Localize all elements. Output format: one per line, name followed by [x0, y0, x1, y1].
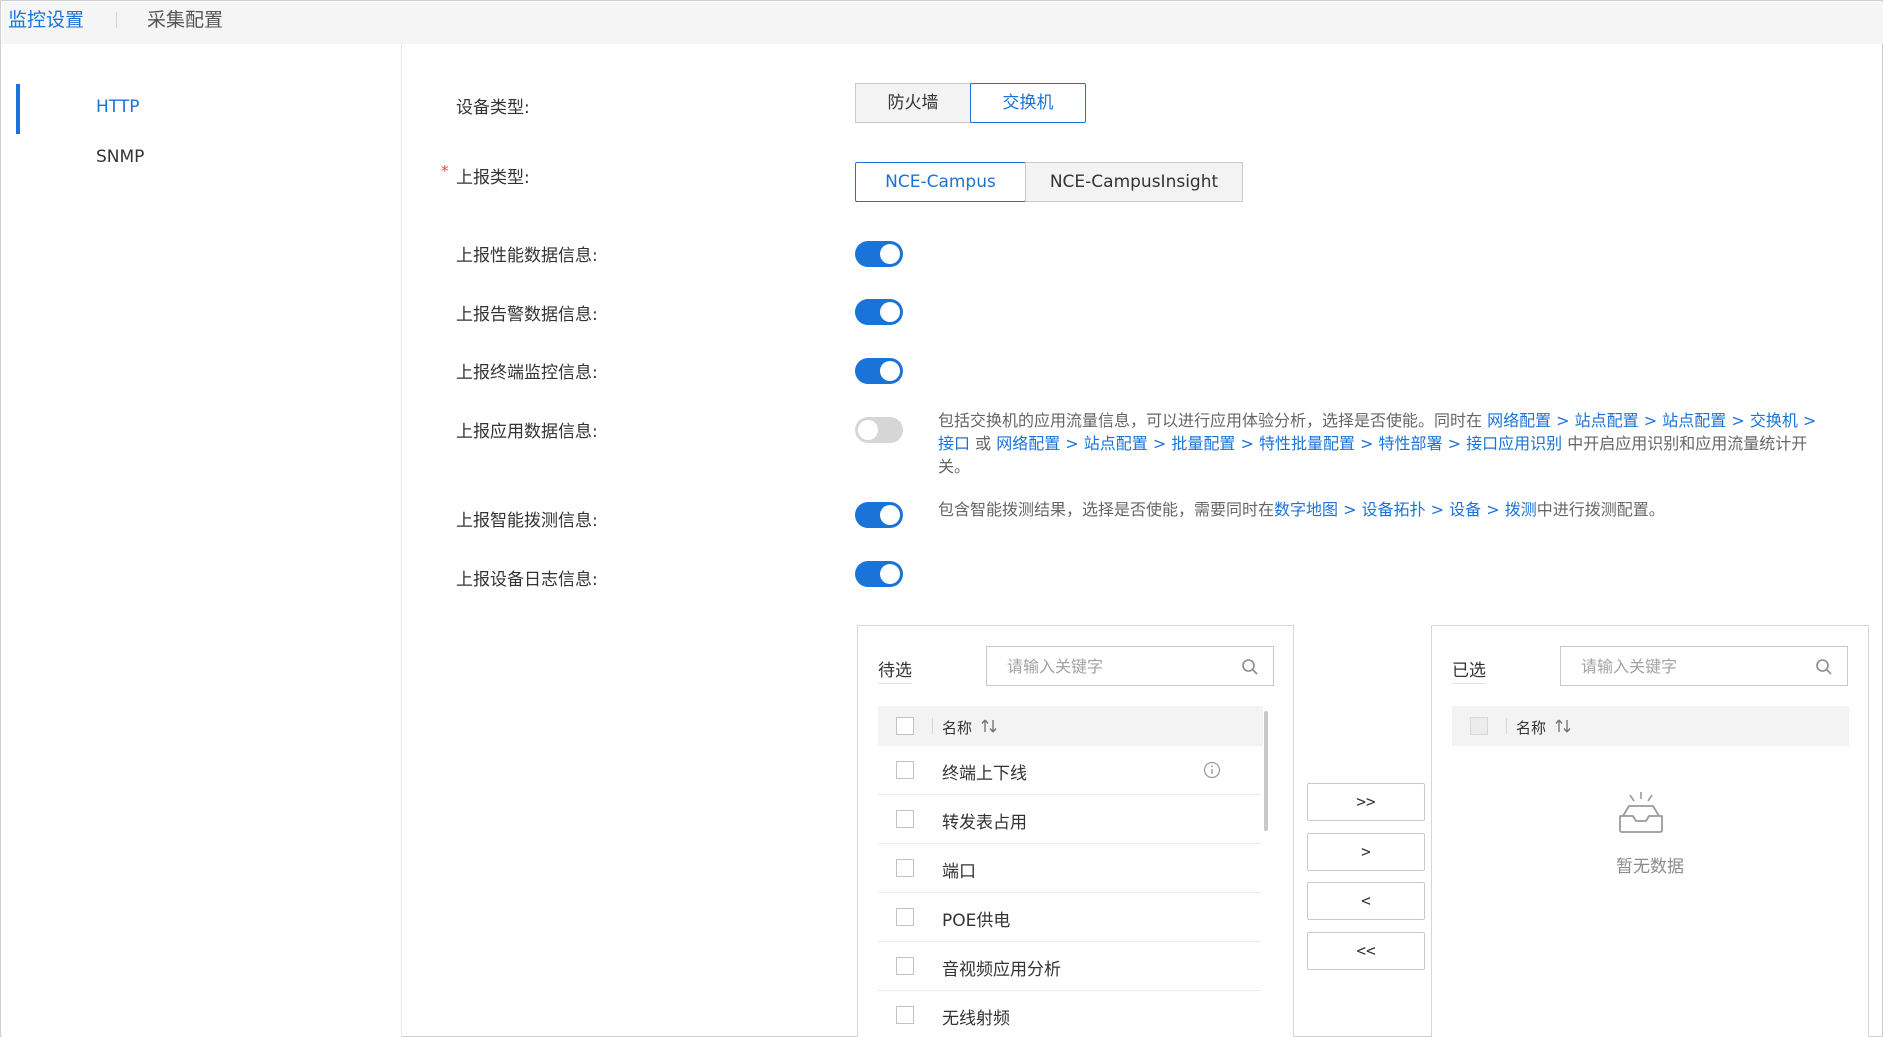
sort-icon[interactable]: [980, 718, 998, 734]
move-all-right-button[interactable]: >>: [1307, 783, 1425, 821]
row-checkbox[interactable]: [896, 810, 914, 828]
title-underline: [1452, 683, 1486, 684]
toggle-alarm[interactable]: [855, 299, 903, 325]
target-search-box: [1560, 646, 1848, 686]
list-item[interactable]: 音视频应用分析: [878, 942, 1261, 991]
column-header-name: 名称: [1516, 719, 1547, 737]
search-icon[interactable]: [1241, 658, 1259, 676]
device-type-firewall-button[interactable]: 防火墙: [855, 83, 971, 123]
tab-collection-config[interactable]: 采集配置: [147, 8, 223, 32]
move-all-left-button[interactable]: <<: [1307, 932, 1425, 970]
sidebar-item-snmp[interactable]: SNMP: [96, 147, 144, 167]
top-tab-bar: 监控设置 采集配置: [2, 2, 1883, 44]
app-frame: 监控设置 采集配置 HTTP SNMP 设备类型: 防火墙 交换机 * 上报类型…: [0, 0, 1883, 1037]
tab-divider: [116, 12, 117, 28]
toggle-performance[interactable]: [855, 241, 903, 267]
list-item[interactable]: 无线射频: [878, 991, 1261, 1037]
description-text: 包含智能拨测结果，选择是否使能，需要同时在: [938, 500, 1275, 519]
transfer-source-panel: 待选 名称 终端上下线 转发表占用 端口 POE供电: [857, 625, 1294, 1037]
toggle-knob: [880, 302, 900, 322]
description-text: 或: [970, 434, 997, 453]
row-checkbox[interactable]: [896, 908, 914, 926]
report-type-nce-campus-button[interactable]: NCE-Campus: [855, 162, 1026, 202]
device-type-switch-button[interactable]: 交换机: [970, 83, 1086, 123]
transfer-target-panel: 已选 名称 暂无数据: [1431, 625, 1869, 1037]
toggle-label-performance: 上报性能数据信息:: [456, 246, 598, 266]
probe-description: 包含智能拨测结果，选择是否使能，需要同时在数字地图 > 设备拓扑 > 设备 > …: [938, 498, 1818, 521]
required-star: *: [441, 162, 449, 180]
source-panel-title: 待选: [878, 661, 912, 681]
toggle-probe[interactable]: [855, 502, 903, 528]
list-item[interactable]: POE供电: [878, 893, 1261, 942]
sort-icon[interactable]: [1554, 718, 1572, 734]
row-checkbox[interactable]: [896, 1006, 914, 1024]
list-item[interactable]: 终端上下线: [878, 746, 1261, 795]
link-interface-app-identification[interactable]: 网络配置 > 站点配置 > 批量配置 > 特性批量配置 > 特性部署 > 接口应…: [996, 434, 1562, 453]
toggle-application[interactable]: [855, 417, 903, 443]
source-search-input[interactable]: [1007, 655, 1227, 677]
info-icon[interactable]: [1203, 761, 1221, 779]
column-header-name: 名称: [942, 719, 973, 737]
header-divider: [1506, 718, 1507, 734]
sidebar-nav: HTTP SNMP: [2, 44, 402, 1037]
toggle-knob: [880, 244, 900, 264]
select-all-checkbox[interactable]: [896, 717, 914, 735]
nav-active-indicator: [16, 84, 20, 134]
toggle-label-alarm: 上报告警数据信息:: [456, 305, 598, 325]
row-checkbox[interactable]: [896, 859, 914, 877]
report-type-nce-campusinsight-button[interactable]: NCE-CampusInsight: [1025, 162, 1243, 202]
empty-inbox-icon: [1619, 792, 1663, 833]
scrollbar[interactable]: [1264, 711, 1268, 831]
toggle-label-application: 上报应用数据信息:: [456, 422, 598, 442]
select-all-checkbox[interactable]: [1470, 717, 1488, 735]
target-table-header: 名称: [1452, 706, 1849, 746]
toggle-terminal[interactable]: [855, 358, 903, 384]
move-left-button[interactable]: <: [1307, 882, 1425, 920]
item-label: 终端上下线: [942, 764, 1027, 784]
row-checkbox[interactable]: [896, 957, 914, 975]
toggle-knob: [880, 564, 900, 584]
toggle-label-device-log: 上报设备日志信息:: [456, 570, 598, 590]
toggle-label-terminal: 上报终端监控信息:: [456, 363, 598, 383]
link-probe-config[interactable]: 数字地图 > 设备拓扑 > 设备 > 拨测: [1274, 500, 1537, 519]
target-search-input[interactable]: [1581, 655, 1801, 677]
empty-state-text: 暂无数据: [1616, 857, 1684, 877]
item-label: 转发表占用: [942, 813, 1027, 833]
title-underline: [878, 683, 912, 684]
item-label: 音视频应用分析: [942, 960, 1061, 980]
item-label: 无线射频: [942, 1009, 1010, 1029]
toggle-knob: [880, 361, 900, 381]
header-divider: [932, 718, 933, 734]
item-label: POE供电: [942, 911, 1011, 931]
application-description: 包括交换机的应用流量信息，可以进行应用体验分析，选择是否使能。同时在 网络配置 …: [938, 409, 1818, 478]
move-right-button[interactable]: >: [1307, 833, 1425, 871]
toggle-device-log[interactable]: [855, 561, 903, 587]
device-type-label: 设备类型:: [456, 98, 530, 118]
description-text: 中进行拨测配置。: [1536, 500, 1665, 519]
list-item[interactable]: 转发表占用: [878, 795, 1261, 844]
source-search-box: [986, 646, 1274, 686]
toggle-knob: [858, 420, 878, 440]
target-panel-title: 已选: [1452, 661, 1486, 681]
toggle-knob: [880, 505, 900, 525]
list-item[interactable]: 端口: [878, 844, 1261, 893]
tab-monitor-settings[interactable]: 监控设置: [8, 8, 84, 32]
source-table-header: 名称: [878, 706, 1263, 746]
toggle-label-probe: 上报智能拨测信息:: [456, 511, 598, 531]
row-checkbox[interactable]: [896, 761, 914, 779]
report-type-label: 上报类型:: [456, 168, 530, 188]
search-icon[interactable]: [1815, 658, 1833, 676]
sidebar-item-http[interactable]: HTTP: [96, 97, 140, 117]
description-text: 包括交换机的应用流量信息，可以进行应用体验分析，选择是否使能。同时在: [938, 411, 1488, 430]
item-label: 端口: [942, 862, 976, 882]
